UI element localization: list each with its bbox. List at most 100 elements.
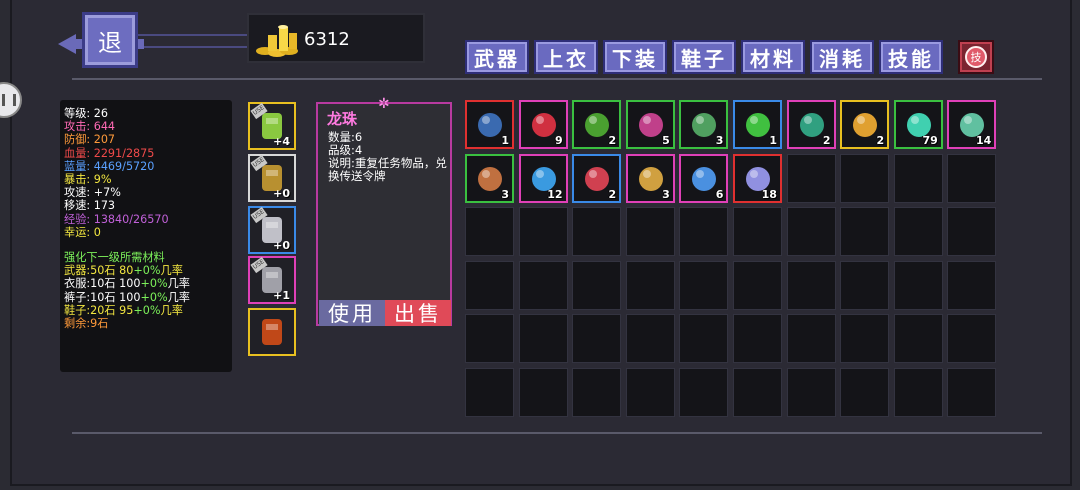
empty-slot[interactable] bbox=[625, 367, 675, 417]
empty-slot[interactable] bbox=[947, 207, 997, 257]
gold-amount: 6312 bbox=[304, 29, 350, 50]
empty-slot[interactable] bbox=[572, 314, 622, 364]
item-count: 2 bbox=[608, 134, 617, 147]
empty-slot[interactable] bbox=[947, 260, 997, 310]
stat-line: 攻击: 644 bbox=[64, 120, 116, 134]
enhance-line: 鞋子:20石 95+0%几率 bbox=[64, 304, 228, 317]
empty-slot[interactable] bbox=[679, 314, 729, 364]
equip-slot-accessory[interactable] bbox=[248, 308, 296, 356]
empty-slot[interactable] bbox=[625, 260, 675, 310]
empty-slot[interactable] bbox=[518, 367, 568, 417]
empty-slot[interactable] bbox=[786, 260, 836, 310]
enhance-part: 几率 bbox=[160, 264, 183, 278]
empty-slot[interactable] bbox=[518, 314, 568, 364]
tab-2[interactable]: 下装 bbox=[603, 40, 667, 74]
inventory-item[interactable]: 3 bbox=[679, 100, 729, 149]
empty-slot[interactable] bbox=[465, 207, 514, 257]
empty-slot[interactable] bbox=[893, 314, 943, 364]
empty-slot[interactable] bbox=[893, 367, 943, 417]
item-name: 龙珠 bbox=[327, 110, 358, 128]
enhance-part: +0% bbox=[140, 290, 168, 304]
empty-slot[interactable] bbox=[840, 314, 890, 364]
inventory-item[interactable]: 2 bbox=[572, 100, 622, 149]
empty-slot[interactable] bbox=[625, 314, 675, 364]
accessory-icon bbox=[262, 319, 282, 345]
empty-slot[interactable] bbox=[732, 314, 782, 364]
tab-6[interactable]: 技能 bbox=[879, 40, 943, 74]
use-button[interactable]: 使用 bbox=[319, 300, 385, 326]
empty-slot[interactable] bbox=[786, 207, 836, 257]
enhance-part: +0% bbox=[140, 277, 168, 291]
empty-slot[interactable] bbox=[786, 367, 836, 417]
enhance-part: +0% bbox=[133, 303, 161, 317]
inventory-item[interactable]: 5 bbox=[625, 100, 675, 149]
item-count: 5 bbox=[662, 134, 670, 147]
empty-slot[interactable] bbox=[465, 260, 514, 310]
empty-slot[interactable] bbox=[947, 153, 997, 203]
item-count: 18 bbox=[761, 187, 777, 201]
item-count: 3 bbox=[662, 187, 670, 201]
inventory-item[interactable]: 12 bbox=[518, 153, 568, 203]
empty-slot[interactable] bbox=[572, 367, 622, 417]
empty-slot[interactable] bbox=[786, 314, 836, 364]
category-tabs: 武器 上衣 下装 鞋子 材料 消耗 技能 bbox=[465, 40, 943, 76]
tab-0[interactable]: 武器 bbox=[465, 40, 529, 74]
equip-slot-top[interactable]: USE +0 bbox=[248, 154, 296, 202]
inventory-item[interactable]: 9 bbox=[518, 100, 568, 149]
empty-slot[interactable] bbox=[786, 153, 836, 203]
empty-slot[interactable] bbox=[572, 207, 622, 257]
inventory-item[interactable]: 3 bbox=[465, 153, 514, 203]
equip-slot-bottom[interactable]: USE +0 bbox=[248, 206, 296, 254]
empty-slot[interactable] bbox=[625, 207, 675, 257]
empty-slot[interactable] bbox=[893, 207, 943, 257]
sell-button[interactable]: 出售 bbox=[385, 300, 451, 326]
empty-slot[interactable] bbox=[679, 367, 729, 417]
empty-slot[interactable] bbox=[840, 260, 890, 310]
empty-slot[interactable] bbox=[732, 367, 782, 417]
inventory-grid: 1 9 2 5 3 1 2 2 79 14 3 12 2 3 6 18 bbox=[465, 100, 997, 417]
equip-level: +4 bbox=[273, 135, 290, 148]
empty-slot[interactable] bbox=[947, 367, 997, 417]
tab-4[interactable]: 材料 bbox=[741, 40, 805, 74]
empty-slot[interactable] bbox=[840, 207, 890, 257]
stat-line: 血量: 2291/2875 bbox=[64, 146, 155, 160]
back-label[interactable]: 退 bbox=[82, 12, 138, 68]
inventory-item[interactable]: 14 bbox=[947, 100, 997, 149]
empty-slot[interactable] bbox=[572, 260, 622, 310]
enhance-part: 鞋子:20石 95 bbox=[64, 303, 134, 317]
empty-slot[interactable] bbox=[679, 207, 729, 257]
empty-slot[interactable] bbox=[518, 207, 568, 257]
item-count: 2 bbox=[608, 187, 617, 201]
inventory-item[interactable]: 2 bbox=[840, 100, 890, 149]
empty-slot[interactable] bbox=[679, 260, 729, 310]
empty-slot[interactable] bbox=[518, 260, 568, 310]
back-button[interactable]: 退 bbox=[58, 12, 298, 68]
empty-slot[interactable] bbox=[840, 367, 890, 417]
inventory-item[interactable]: 2 bbox=[786, 100, 836, 149]
empty-slot[interactable] bbox=[893, 153, 943, 203]
tab-3[interactable]: 鞋子 bbox=[672, 40, 736, 74]
inventory-item[interactable]: 79 bbox=[893, 100, 943, 149]
inventory-item[interactable]: 2 bbox=[572, 153, 622, 203]
inventory-item[interactable]: 1 bbox=[465, 100, 514, 149]
empty-slot[interactable] bbox=[465, 367, 514, 417]
empty-slot[interactable] bbox=[732, 207, 782, 257]
inventory-item[interactable]: 6 bbox=[679, 153, 729, 203]
tab-5[interactable]: 消耗 bbox=[810, 40, 874, 74]
empty-slot[interactable] bbox=[465, 314, 514, 364]
empty-slot[interactable] bbox=[947, 314, 997, 364]
skill-icon: 技 bbox=[965, 46, 987, 68]
skill-button[interactable]: 技 bbox=[958, 40, 994, 74]
empty-slot[interactable] bbox=[732, 260, 782, 310]
equip-slot-weapon[interactable]: USE +4 bbox=[248, 102, 296, 150]
tab-1[interactable]: 上衣 bbox=[534, 40, 598, 74]
empty-slot[interactable] bbox=[840, 153, 890, 203]
equip-slot-shoes[interactable]: USE +1 bbox=[248, 256, 296, 304]
item-count: 6 bbox=[715, 187, 724, 201]
stat-line: 暴击: 9% bbox=[64, 173, 112, 187]
inventory-item[interactable]: 3 bbox=[625, 153, 675, 203]
empty-slot[interactable] bbox=[893, 260, 943, 310]
item-count: 1 bbox=[769, 134, 777, 147]
inventory-item[interactable]: 1 bbox=[732, 100, 782, 149]
inventory-item[interactable]: 18 bbox=[732, 153, 782, 203]
